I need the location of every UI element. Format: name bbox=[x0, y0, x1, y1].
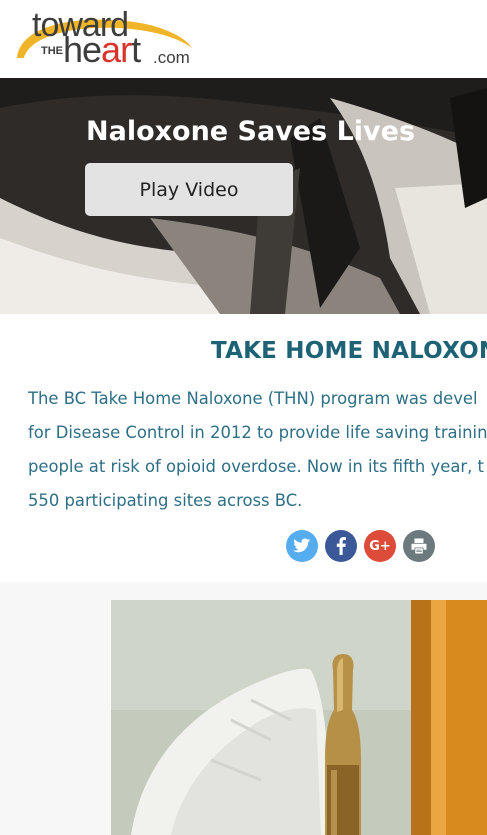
body-line: for Disease Control in 2012 to provide l… bbox=[28, 423, 487, 442]
facebook-icon bbox=[336, 537, 346, 555]
body-line: The BC Take Home Naloxone (THN) program … bbox=[28, 389, 478, 408]
logo-heart-post: t bbox=[131, 29, 141, 70]
share-buttons: G+ bbox=[286, 530, 435, 562]
body-line: 550 participating sites across BC. bbox=[28, 491, 303, 510]
twitter-icon bbox=[293, 538, 311, 553]
naloxone-photo-image bbox=[111, 600, 487, 835]
section-title: TAKE HOME NALOXON bbox=[211, 338, 487, 364]
logo-heart-pre: he bbox=[63, 29, 102, 70]
logo-heart-accent: ar bbox=[101, 29, 132, 70]
photo-section bbox=[0, 582, 487, 835]
logo-word-com: .com bbox=[153, 48, 190, 67]
google-plus-icon: G+ bbox=[369, 538, 391, 554]
hero-video-banner: Naloxone Saves Lives Play Video bbox=[0, 78, 487, 314]
article-section: TAKE HOME NALOXON The BC Take Home Nalox… bbox=[0, 314, 487, 582]
twitter-share-button[interactable] bbox=[286, 530, 318, 562]
play-video-button[interactable]: Play Video bbox=[85, 163, 293, 216]
site-logo[interactable]: toward THE heart .com bbox=[14, 6, 199, 70]
google-plus-share-button[interactable]: G+ bbox=[364, 530, 396, 562]
print-button[interactable] bbox=[403, 530, 435, 562]
page: toward THE heart .com Naloxone Saves Liv… bbox=[0, 0, 487, 835]
body-line: people at risk of opioid overdose. Now i… bbox=[28, 457, 484, 476]
logo-word-the: THE bbox=[41, 45, 63, 57]
site-header: toward THE heart .com bbox=[0, 0, 487, 78]
facebook-share-button[interactable] bbox=[325, 530, 357, 562]
article-body: The BC Take Home Naloxone (THN) program … bbox=[28, 382, 487, 518]
logo-word-heart: heart bbox=[63, 29, 141, 70]
hero-title: Naloxone Saves Lives bbox=[86, 116, 416, 147]
print-icon bbox=[411, 538, 427, 554]
naloxone-ampoule-photo bbox=[111, 600, 487, 835]
